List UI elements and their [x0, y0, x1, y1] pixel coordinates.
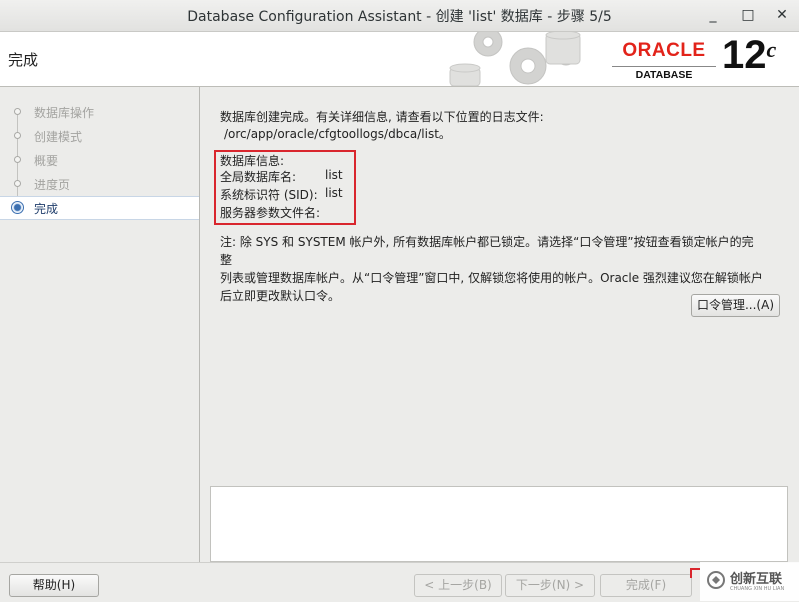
next-button[interactable]: 下一步(N) >: [505, 574, 595, 597]
steps-sidebar: 数据库操作 创建模式 概要 进度页 完成: [0, 87, 200, 562]
version-logo: 12c: [722, 33, 776, 78]
back-button[interactable]: < 上一步(B): [414, 574, 502, 597]
note-line: 后立即更改默认口令。: [220, 289, 341, 303]
header-banner: 完成 ORACLE DATABASE 12c: [0, 32, 799, 87]
step-dot-icon: [14, 180, 21, 187]
accounts-note: 注: 除 SYS 和 SYSTEM 帐户外, 所有数据库帐户都已锁定。请选择“口…: [220, 233, 765, 305]
step-dot-icon: [14, 108, 21, 115]
window-title: Database Configuration Assistant - 创建 'l…: [187, 9, 612, 25]
step-creation-mode[interactable]: 创建模式: [0, 125, 199, 147]
red-highlight-corner: [690, 568, 700, 578]
step-label: 概要: [34, 154, 59, 168]
database-info-title: 数据库信息:: [220, 154, 285, 168]
watermark: 创新互联 CHUANG XIN HU LIAN: [700, 562, 799, 601]
maximize-button[interactable]: □: [737, 5, 759, 25]
step-label: 进度页: [34, 178, 71, 192]
watermark-text: 创新互联: [730, 572, 783, 587]
completion-message: 数据库创建完成。有关详细信息, 请查看以下位置的日志文件:: [220, 110, 544, 124]
step-label: 创建模式: [34, 130, 83, 144]
step-database-operation[interactable]: 数据库操作: [0, 101, 199, 123]
version-suffix: c: [766, 37, 777, 62]
sid-label: 系统标识符 (SID):: [220, 188, 318, 202]
minimize-button[interactable]: _: [702, 5, 724, 25]
page-title: 完成: [8, 51, 39, 69]
oracle-logo: ORACLE DATABASE: [612, 40, 720, 81]
global-db-name-value: list: [325, 168, 343, 182]
note-line: 注: 除 SYS 和 SYSTEM 帐户外, 所有数据库帐户都已锁定。请选择“口…: [220, 235, 754, 267]
message-area: [210, 486, 788, 562]
step-label: 数据库操作: [34, 106, 95, 120]
step-current-icon: [11, 201, 24, 214]
close-button[interactable]: ✕: [771, 5, 793, 25]
title-bar: Database Configuration Assistant - 创建 'l…: [0, 0, 799, 32]
step-finish[interactable]: 完成: [0, 196, 199, 220]
help-button[interactable]: 帮助(H): [9, 574, 99, 597]
step-progress[interactable]: 进度页: [0, 173, 199, 195]
step-label: 完成: [34, 202, 59, 216]
global-db-name-label: 全局数据库名:: [220, 170, 297, 184]
log-file-path: /orc/app/oracle/cfgtoollogs/dbca/list。: [224, 127, 451, 141]
step-dot-icon: [14, 132, 21, 139]
step-dot-icon: [14, 156, 21, 163]
spfile-label: 服务器参数文件名:: [220, 206, 321, 220]
step-summary[interactable]: 概要: [0, 149, 199, 171]
gears-graphic-icon: [449, 32, 581, 86]
oracle-database-label: DATABASE: [612, 66, 716, 81]
password-management-button[interactable]: 口令管理...(A): [691, 294, 780, 317]
oracle-wordmark: ORACLE: [622, 40, 706, 61]
version-number: 12: [722, 33, 767, 77]
note-line: 列表或管理数据库帐户。从“口令管理”窗口中, 仅解锁您将使用的帐户。Oracle…: [220, 271, 763, 285]
sid-value: list: [325, 186, 343, 200]
watermark-logo-icon: [707, 571, 725, 589]
finish-button[interactable]: 完成(F): [600, 574, 692, 597]
watermark-subtext: CHUANG XIN HU LIAN: [730, 586, 785, 592]
